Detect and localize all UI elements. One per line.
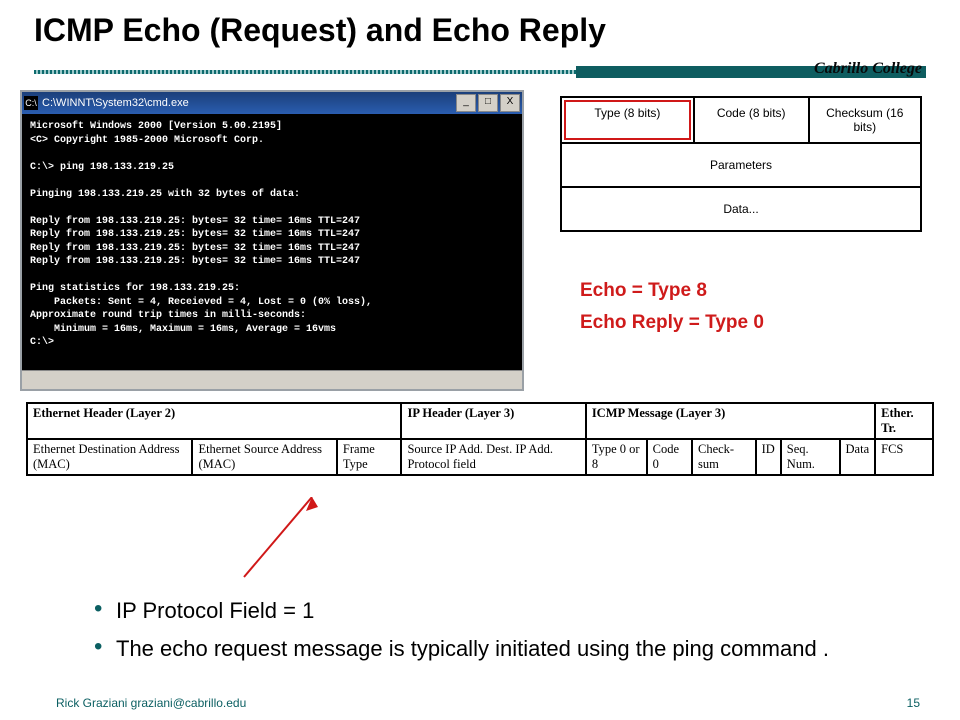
divider xyxy=(34,64,926,80)
icmp-type-label: Type (8 bits) xyxy=(594,106,660,120)
cmd-window: C:\ C:\WINNT\System32\cmd.exe _ □ X Micr… xyxy=(20,90,524,391)
packet-frame-type: Frame Type xyxy=(337,439,402,475)
icmp-data-cell: Data... xyxy=(561,187,921,231)
bullet-list: IP Protocol Field = 1 The echo request m… xyxy=(54,597,900,672)
packet-icmp-header: ICMP Message (Layer 3) xyxy=(586,403,875,439)
footer-page-number: 15 xyxy=(907,696,920,710)
packet-icmp-code: Code 0 xyxy=(647,439,692,475)
cmd-icon: C:\ xyxy=(24,96,38,110)
icmp-parameters-cell: Parameters xyxy=(561,143,921,187)
echo-reply-type-0: Echo Reply = Type 0 xyxy=(580,307,764,339)
table-row: Ethernet Destination Address (MAC) Ether… xyxy=(27,439,933,475)
packet-ip-header: IP Header (Layer 3) xyxy=(401,403,585,439)
cmd-statusbar xyxy=(22,370,522,389)
icmp-header-diagram: Type (8 bits) Code (8 bits) Checksum (16… xyxy=(560,96,922,232)
icmp-type-cell: Type (8 bits) xyxy=(561,97,694,143)
packet-eth-dst: Ethernet Destination Address (MAC) xyxy=(27,439,192,475)
packet-trailer-header: Ether. Tr. xyxy=(875,403,933,439)
packet-fcs: FCS xyxy=(875,439,933,475)
footer-author: Rick Graziani graziani@cabrillo.edu xyxy=(56,696,246,710)
slide: ICMP Echo (Request) and Echo Reply Cabri… xyxy=(0,0,960,720)
packet-ip-fields: Source IP Add. Dest. IP Add. Protocol fi… xyxy=(401,439,585,475)
packet-eth-header: Ethernet Header (Layer 2) xyxy=(27,403,401,439)
close-button[interactable]: X xyxy=(500,94,520,112)
echo-type-8: Echo = Type 8 xyxy=(580,275,764,307)
cmd-body: Microsoft Windows 2000 [Version 5.00.219… xyxy=(22,114,522,370)
packet-icmp-seq: Seq. Num. xyxy=(781,439,840,475)
icmp-checksum-cell: Checksum (16 bits) xyxy=(809,97,921,143)
packet-eth-src: Ethernet Source Address (MAC) xyxy=(192,439,336,475)
slide-title: ICMP Echo (Request) and Echo Reply xyxy=(34,12,606,49)
table-row: Ethernet Header (Layer 2) IP Header (Lay… xyxy=(27,403,933,439)
echo-note: Echo = Type 8 Echo Reply = Type 0 xyxy=(580,275,764,340)
cmd-window-title: C:\WINNT\System32\cmd.exe xyxy=(42,97,189,109)
brand-label: Cabrillo College xyxy=(814,60,922,78)
packet-table: Ethernet Header (Layer 2) IP Header (Lay… xyxy=(26,402,934,476)
icmp-code-cell: Code (8 bits) xyxy=(694,97,809,143)
packet-icmp-type: Type 0 or 8 xyxy=(586,439,647,475)
bullet-item: IP Protocol Field = 1 xyxy=(94,597,900,625)
maximize-button[interactable]: □ xyxy=(478,94,498,112)
bullet-item: The echo request message is typically in… xyxy=(94,635,900,663)
packet-icmp-id: ID xyxy=(756,439,781,475)
packet-icmp-checksum: Check-sum xyxy=(692,439,756,475)
minimize-button[interactable]: _ xyxy=(456,94,476,112)
cmd-titlebar: C:\ C:\WINNT\System32\cmd.exe _ □ X xyxy=(22,92,522,114)
packet-icmp-data: Data xyxy=(840,439,876,475)
